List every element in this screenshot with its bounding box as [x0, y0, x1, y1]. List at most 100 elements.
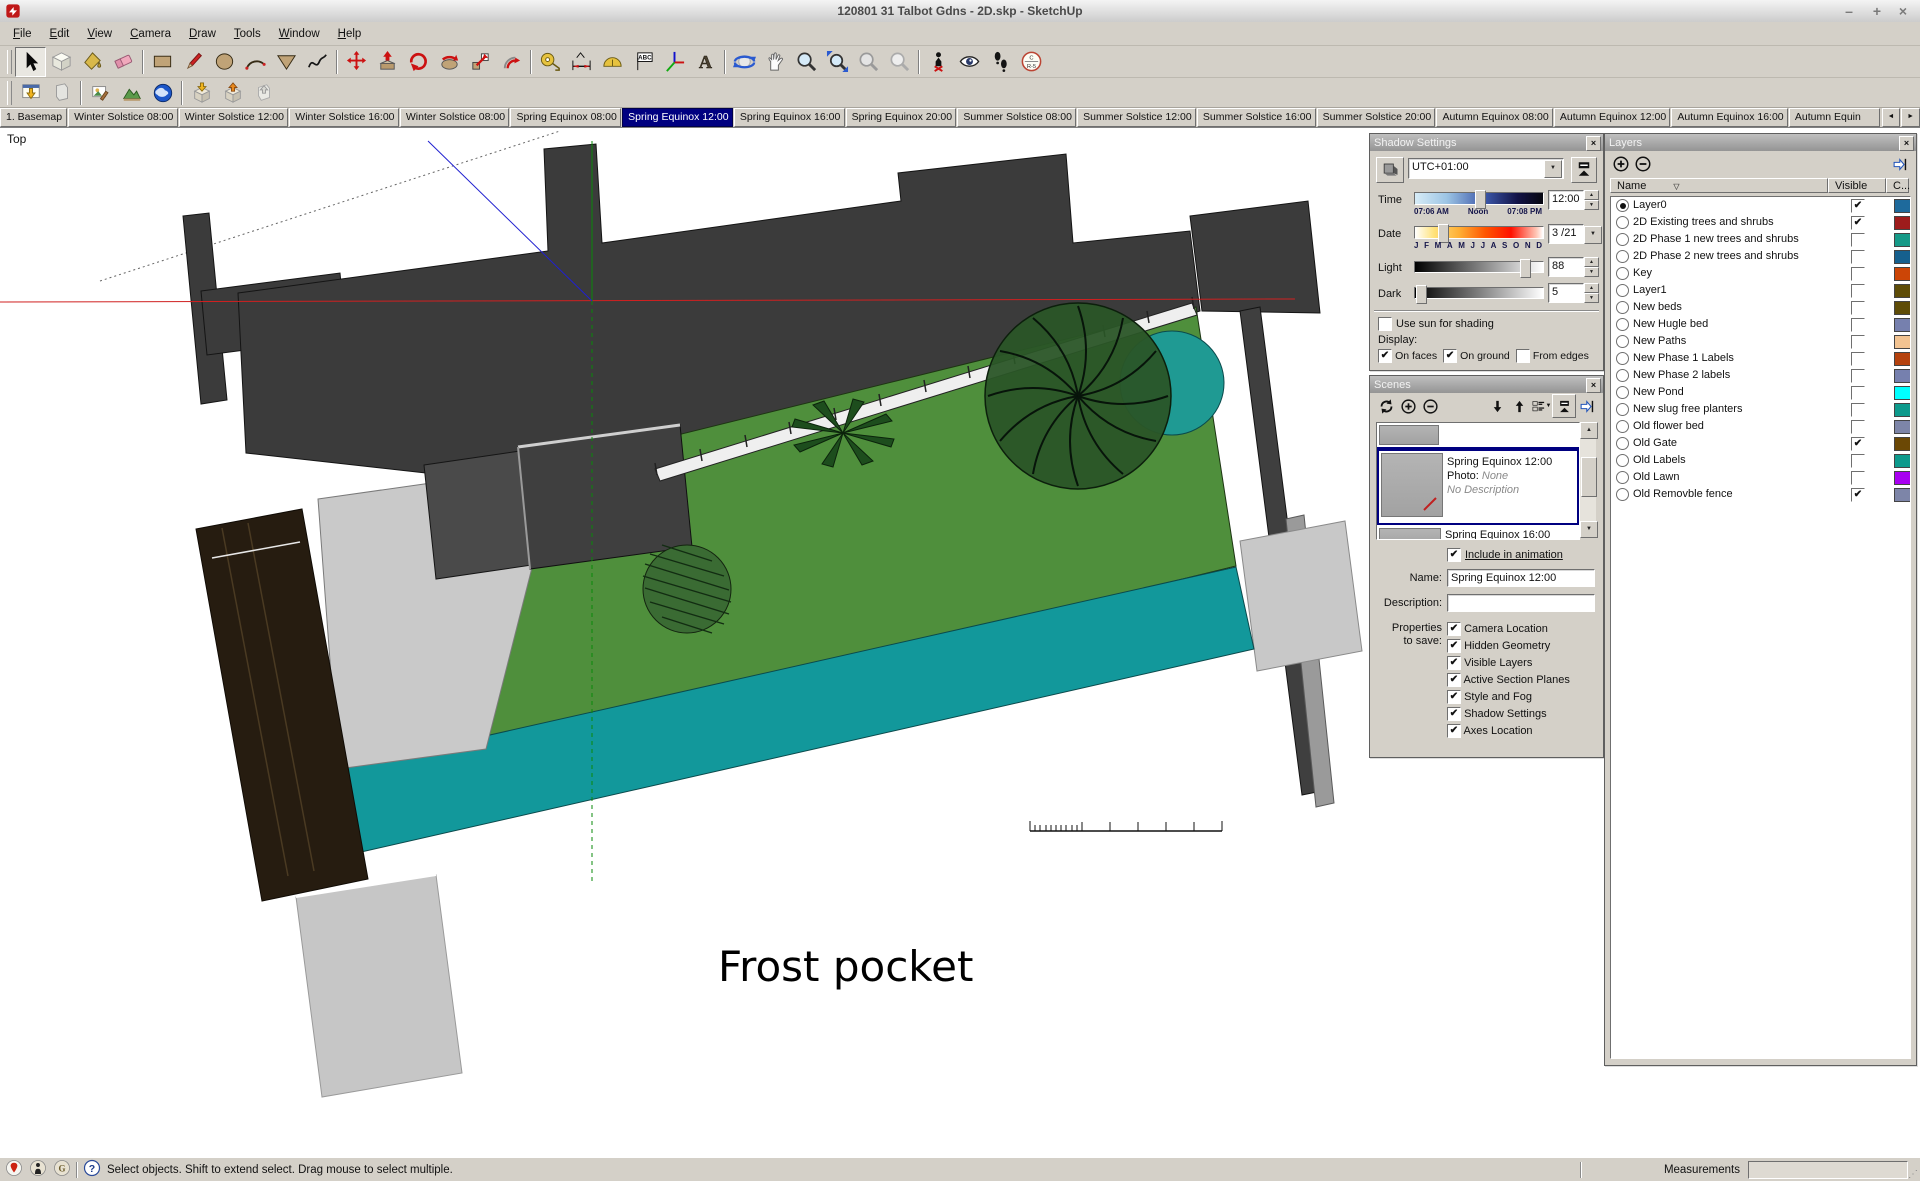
concrete-pad[interactable] — [296, 875, 462, 1097]
time-spinner[interactable]: ▲▼ — [1584, 190, 1599, 208]
axes-tool-button[interactable] — [659, 47, 690, 77]
layer-row-new-phase-1-labels[interactable]: New Phase 1 Labels — [1611, 350, 1910, 367]
shed-box[interactable] — [518, 425, 692, 569]
scenes-close-icon[interactable]: × — [1586, 378, 1601, 393]
zoom-window-tool-button[interactable] — [822, 47, 853, 77]
offset-tool-button[interactable] — [496, 47, 527, 77]
shadow-toggle-button[interactable] — [1376, 157, 1404, 183]
garage-box[interactable] — [424, 451, 532, 579]
add-scene-button[interactable] — [1397, 395, 1419, 417]
menu-tools[interactable]: Tools — [225, 24, 270, 44]
dark-slider-thumb[interactable] — [1416, 285, 1427, 304]
scene-tab-10[interactable]: Summer Solstice 08:00 — [957, 108, 1076, 127]
zoom-previous-tool-button[interactable] — [853, 47, 884, 77]
scroll-down-icon[interactable]: ▼ — [1580, 521, 1598, 538]
layer-color-swatch[interactable] — [1894, 216, 1911, 230]
property-hidden-geometry[interactable]: ✔ Hidden Geometry — [1447, 639, 1570, 656]
layer-current-radio[interactable] — [1616, 233, 1629, 246]
column-header-color[interactable]: C... — [1886, 178, 1909, 193]
dimensions-tool-button[interactable] — [566, 47, 597, 77]
layer-row-new-slug-free-planters[interactable]: New slug free planters — [1611, 401, 1910, 418]
follow-me-tool-button[interactable] — [434, 47, 465, 77]
get-current-view-tool-button[interactable] — [15, 78, 46, 108]
layer-current-radio[interactable] — [1616, 335, 1629, 348]
layer-row-old-flower-bed[interactable]: Old flower bed — [1611, 418, 1910, 435]
layer-current-radio[interactable] — [1616, 216, 1629, 229]
scenes-titlebar[interactable]: Scenes × — [1370, 376, 1603, 393]
scene-tab-16[interactable]: Autumn Equinox 16:00 — [1671, 108, 1787, 127]
layer-color-swatch[interactable] — [1894, 284, 1911, 298]
date-input[interactable]: 3 /21 — [1548, 224, 1584, 244]
add-new-building-tool-button[interactable] — [46, 78, 77, 108]
frost-pocket-annotation[interactable]: Frost pocket — [718, 942, 973, 991]
layer-current-radio[interactable] — [1616, 318, 1629, 331]
line-tool-button[interactable] — [178, 47, 209, 77]
zoom-next-tool-button[interactable] — [884, 47, 915, 77]
layer-current-radio[interactable] — [1616, 420, 1629, 433]
layer-color-swatch[interactable] — [1894, 488, 1911, 502]
layer-visible-checkbox[interactable] — [1851, 420, 1865, 434]
column-header-visible[interactable]: Visible — [1828, 178, 1886, 193]
layer-color-swatch[interactable] — [1894, 199, 1911, 213]
property-active-section-planes[interactable]: ✔ Active Section Planes — [1447, 673, 1570, 690]
claim-location-button[interactable] — [29, 1159, 47, 1180]
polygon-tool-button[interactable] — [271, 47, 302, 77]
layer-row-new-paths[interactable]: New Paths — [1611, 333, 1910, 350]
layers-titlebar[interactable]: Layers × — [1605, 134, 1916, 151]
update-scene-button[interactable] — [1375, 395, 1397, 417]
remove-scene-button[interactable] — [1419, 395, 1441, 417]
menu-camera[interactable]: Camera — [121, 24, 180, 44]
layer-row-new-beds[interactable]: New beds — [1611, 299, 1910, 316]
tabs-scroll-right-icon[interactable]: ► — [1901, 108, 1920, 127]
view-options-button[interactable]: ▼ — [1530, 395, 1552, 417]
date-slider[interactable] — [1414, 226, 1544, 239]
scene-tab-14[interactable]: Autumn Equinox 08:00 — [1436, 108, 1552, 127]
right-gray-pad[interactable] — [1240, 521, 1362, 671]
zoom-tool-button[interactable] — [791, 47, 822, 77]
photo-textures-tool-button[interactable] — [85, 78, 116, 108]
eraser-tool-button[interactable] — [108, 47, 139, 77]
menu-help[interactable]: Help — [329, 24, 371, 44]
property-shadow-settings[interactable]: ✔ Shadow Settings — [1447, 707, 1570, 724]
layer-current-radio[interactable] — [1616, 250, 1629, 263]
layer-row-2d-phase-1-new-trees-and-shrubs[interactable]: 2D Phase 1 new trees and shrubs — [1611, 231, 1910, 248]
layer-row-new-phase-2-labels[interactable]: New Phase 2 labels — [1611, 367, 1910, 384]
layer-visible-checkbox[interactable] — [1851, 386, 1865, 400]
layer-current-radio[interactable] — [1616, 352, 1629, 365]
scene-tab-6[interactable]: Spring Equinox 08:00 — [510, 108, 621, 127]
orbit-tool-button[interactable] — [729, 47, 760, 77]
layer-color-swatch[interactable] — [1894, 437, 1911, 451]
layer-color-swatch[interactable] — [1894, 335, 1911, 349]
light-slider-thumb[interactable] — [1520, 259, 1531, 278]
scene-list[interactable]: Spring Equinox 12:00 Photo: None No Desc… — [1376, 422, 1580, 540]
layer-current-radio[interactable] — [1616, 301, 1629, 314]
property-camera-location[interactable]: ✔ Camera Location — [1447, 622, 1570, 639]
push-pull-tool-button[interactable] — [372, 47, 403, 77]
layer-row-layer0[interactable]: Layer0✔ — [1611, 197, 1910, 214]
layer-current-radio[interactable] — [1616, 437, 1629, 450]
scene-list-scrollbar[interactable]: ▲ ▼ — [1580, 422, 1596, 538]
layer-current-radio[interactable] — [1616, 454, 1629, 467]
position-camera-tool-button[interactable] — [923, 47, 954, 77]
scene-tab-13[interactable]: Summer Solstice 20:00 — [1317, 108, 1436, 127]
protractor-tool-button[interactable] — [597, 47, 628, 77]
layer-visible-checkbox[interactable]: ✔ — [1851, 488, 1865, 502]
scene-tab-11[interactable]: Summer Solstice 12:00 — [1077, 108, 1196, 127]
layer-color-swatch[interactable] — [1894, 250, 1911, 264]
text-tool-button[interactable]: ABC — [628, 47, 659, 77]
select-tool-button[interactable] — [15, 47, 46, 77]
dark-slider[interactable] — [1414, 287, 1544, 299]
delete-layer-button[interactable] — [1632, 153, 1654, 175]
layer-visible-checkbox[interactable] — [1851, 369, 1865, 383]
layer-current-radio[interactable] — [1616, 267, 1629, 280]
3d-text-tool-button[interactable]: A — [690, 47, 721, 77]
tape-measure-tool-button[interactable] — [535, 47, 566, 77]
close-button[interactable]: × — [1890, 0, 1916, 22]
maximize-button[interactable]: + — [1864, 0, 1890, 22]
walk-tool-button[interactable] — [985, 47, 1016, 77]
shadow-close-icon[interactable]: × — [1586, 136, 1601, 151]
scene-name-input[interactable]: Spring Equinox 12:00 — [1447, 569, 1595, 587]
toolbar-grip[interactable] — [7, 50, 12, 74]
layer-visible-checkbox[interactable] — [1851, 233, 1865, 247]
layer-current-radio[interactable] — [1616, 199, 1629, 212]
